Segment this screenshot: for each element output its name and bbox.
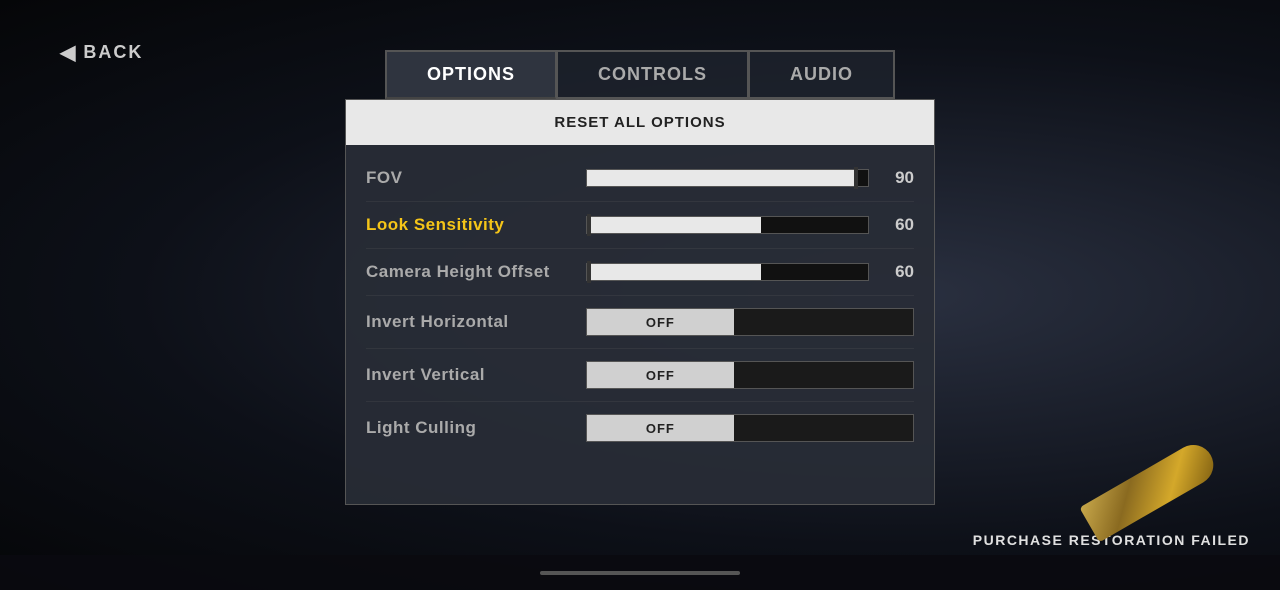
look-sensitivity-slider[interactable]	[586, 214, 869, 236]
invert-vertical-toggle[interactable]: OFF	[586, 361, 914, 389]
look-sensitivity-value: 60	[879, 215, 914, 235]
look-sensitivity-slider-fill	[587, 217, 761, 233]
look-sensitivity-label: Look Sensitivity	[366, 215, 586, 235]
invert-vertical-toggle-off: OFF	[587, 362, 734, 388]
options-panel: RESET ALL OPTIONS FOV 90 Look Sensi	[345, 99, 935, 505]
fov-value: 90	[879, 168, 914, 188]
tab-controls[interactable]: CONTROLS	[556, 50, 749, 99]
camera-height-offset-slider-fill	[587, 264, 761, 280]
invert-horizontal-control: OFF	[586, 308, 914, 336]
invert-horizontal-toggle[interactable]: OFF	[586, 308, 914, 336]
invert-vertical-control: OFF	[586, 361, 914, 389]
fov-slider-track	[586, 169, 869, 187]
camera-height-offset-slider-thumb	[587, 261, 591, 283]
back-button[interactable]: ◀ BACK	[60, 40, 143, 65]
invert-horizontal-label: Invert Horizontal	[366, 312, 586, 332]
reset-all-button[interactable]: RESET ALL OPTIONS	[346, 100, 934, 145]
option-row-invert-horizontal: Invert Horizontal OFF	[366, 296, 914, 349]
light-culling-control: OFF	[586, 414, 914, 442]
invert-horizontal-toggle-off: OFF	[587, 309, 734, 335]
invert-vertical-label: Invert Vertical	[366, 365, 586, 385]
light-culling-toggle[interactable]: OFF	[586, 414, 914, 442]
options-list: FOV 90 Look Sensitivity	[346, 145, 934, 464]
fov-slider-fill	[587, 170, 854, 186]
option-row-camera-height-offset: Camera Height Offset 60	[366, 249, 914, 296]
look-sensitivity-slider-track	[586, 216, 869, 234]
light-culling-label: Light Culling	[366, 418, 586, 438]
fov-control: 90	[586, 167, 914, 189]
look-sensitivity-control: 60	[586, 214, 914, 236]
back-label: BACK	[83, 42, 143, 63]
camera-height-offset-value: 60	[879, 262, 914, 282]
option-row-light-culling: Light Culling OFF	[366, 402, 914, 454]
invert-horizontal-toggle-on	[734, 309, 913, 335]
invert-vertical-toggle-on	[734, 362, 913, 388]
main-content: ◀ BACK OPTIONS CONTROLS AUDIO RESET ALL …	[0, 0, 1280, 590]
option-row-invert-vertical: Invert Vertical OFF	[366, 349, 914, 402]
camera-height-offset-slider-track	[586, 263, 869, 281]
camera-height-offset-control: 60	[586, 261, 914, 283]
option-row-look-sensitivity: Look Sensitivity 60	[366, 202, 914, 249]
tabs-container: OPTIONS CONTROLS AUDIO	[385, 50, 895, 99]
light-culling-toggle-on	[734, 415, 913, 441]
camera-height-offset-slider[interactable]	[586, 261, 869, 283]
light-culling-toggle-off: OFF	[587, 415, 734, 441]
option-row-fov: FOV 90	[366, 155, 914, 202]
camera-height-offset-label: Camera Height Offset	[366, 262, 586, 282]
tab-audio[interactable]: AUDIO	[749, 50, 895, 99]
fov-label: FOV	[366, 168, 586, 188]
tab-options[interactable]: OPTIONS	[385, 50, 556, 99]
fov-slider[interactable]	[586, 167, 869, 189]
back-chevron-icon: ◀	[60, 40, 77, 65]
fov-slider-thumb	[854, 167, 858, 189]
look-sensitivity-slider-thumb	[587, 214, 591, 236]
